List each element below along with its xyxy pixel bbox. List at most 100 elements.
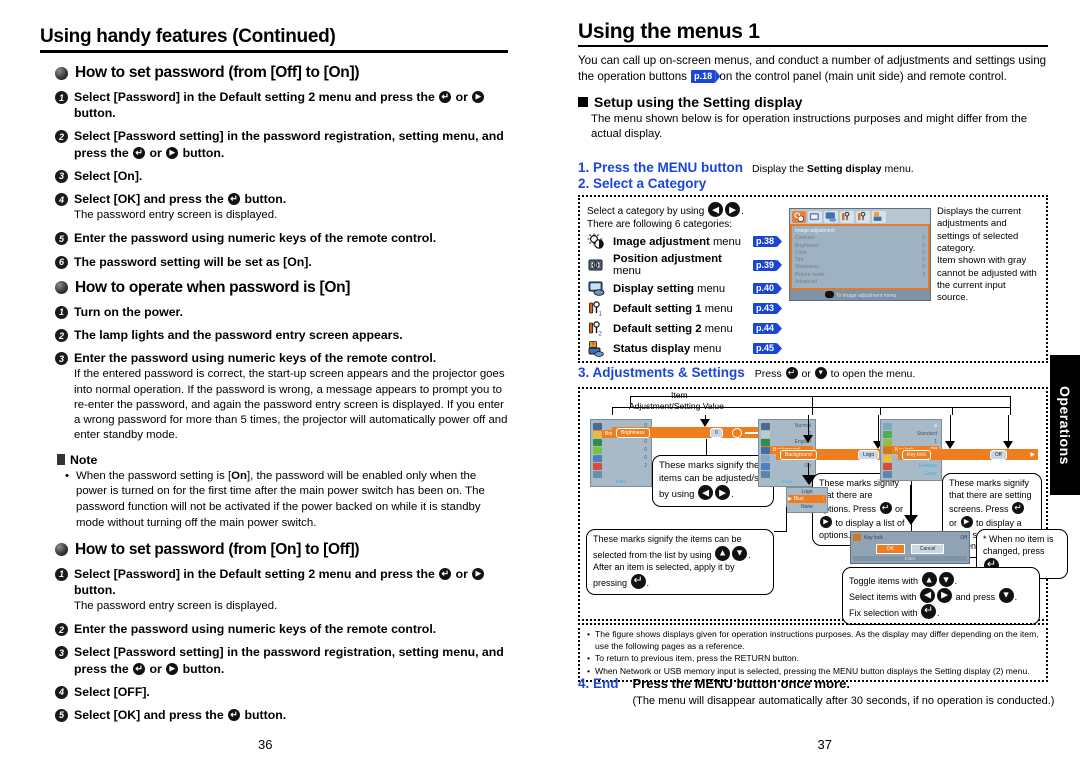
page-ref-badge[interactable]: p.43: [752, 303, 777, 314]
osd-tab-default-setting-1[interactable]: [840, 210, 854, 223]
osd-row[interactable]: Advanced: [795, 279, 925, 286]
list-item: 5 Enter the password using numeric keys …: [55, 230, 510, 246]
enter-button-icon: [630, 573, 646, 589]
category-item-default-setting-1[interactable]: 1 Default setting 1 menu p.43: [587, 300, 783, 318]
step-text: Enter the password using numeric keys of…: [74, 622, 437, 637]
menu-row[interactable]: 0: [593, 454, 649, 462]
right-button-icon: [166, 662, 179, 675]
osd-row[interactable]: Picture mode 2: [795, 272, 925, 279]
category-right-note: Displays the current adjustments and set…: [937, 206, 1037, 304]
bullet-ball-icon: [55, 543, 68, 557]
osd-tab-status-display[interactable]: [872, 210, 886, 223]
osd-row[interactable]: Brightness 0: [795, 243, 925, 250]
status-display-icon: ?: [587, 340, 606, 357]
callout-list-selection: These marks signify the items can be sel…: [586, 529, 774, 595]
list-item: 6 The password setting will be set as [O…: [55, 254, 510, 270]
step-4-text: Press the MENU button once more.: [632, 676, 850, 691]
dialog-key-lock[interactable]: Key lock Off OK Cancel Enter: [850, 531, 970, 564]
list-item: 2 Enter the password using numeric keys …: [55, 621, 510, 637]
menu-row[interactable]: 0: [593, 446, 649, 454]
step-4-subtext: (The menu will disappear automatically a…: [632, 695, 1055, 707]
image-adjustment-icon: [587, 233, 606, 250]
page-ref-badge[interactable]: p.45: [752, 343, 777, 354]
menu-row[interactable]: Normal: [761, 422, 813, 430]
category-item-position-adjustment[interactable]: Position adjustment menu p.39: [587, 253, 783, 277]
menu-row[interactable]: 1: [883, 438, 939, 446]
step-text: Select [Password setting] in the passwor…: [74, 128, 510, 160]
right-page: Using the menus 1 You can call up on-scr…: [540, 0, 1080, 766]
cancel-button[interactable]: Cancel: [910, 544, 945, 554]
category-item-display-setting[interactable]: Display setting menu p.40: [587, 280, 783, 297]
step-number: 5: [55, 232, 68, 246]
step-number: 3: [55, 169, 68, 183]
up-button-icon: [715, 545, 731, 561]
up-button-icon: [921, 572, 937, 587]
osd-menu-mock: Image adjustment Contrast 0 Brightness 0 C…: [789, 208, 931, 301]
menu-row[interactable]: 2: [593, 462, 649, 470]
item-chip-brightness: Brightness: [616, 427, 650, 438]
menu-row[interactable]: Enter: [883, 470, 939, 478]
right-button-icon: [715, 485, 731, 501]
list-item: 4 Select [OFF].: [55, 684, 510, 700]
category-item-default-setting-2[interactable]: 2 Default setting 2 menu p.44: [587, 320, 783, 338]
title-rule: [578, 45, 1048, 47]
adjustments-diagram-box: Item Adjustment/Setting Value 0 Brightne…: [578, 387, 1068, 625]
menu-row[interactable]: 0: [593, 438, 649, 446]
page-ref-badge[interactable]: p.18: [691, 69, 716, 83]
bullet-ball-icon: [55, 281, 68, 295]
osd-tab-position-adjustment[interactable]: [808, 210, 822, 223]
step-text: Select [OK] and press the button. The pa…: [74, 191, 286, 223]
menu-row[interactable]: Execute: [883, 462, 939, 470]
ok-button[interactable]: OK: [875, 544, 905, 554]
page-ref-badge[interactable]: p.44: [752, 323, 777, 334]
menu-row[interactable]: ■: [883, 422, 939, 430]
left-button-icon: [708, 202, 724, 217]
note-icon: [55, 454, 65, 466]
category-label: Position adjustment menu: [613, 253, 722, 277]
dropdown-logo[interactable]: Logo ▶ Blue ⋮ None: [786, 487, 828, 513]
dropdown-option-selected[interactable]: ▶ Blue ⋮: [788, 495, 826, 503]
osd-tab-image-adjustment[interactable]: [792, 210, 806, 223]
right-button-icon: [166, 146, 179, 159]
osd-tab-default-setting-2[interactable]: [856, 210, 870, 223]
bullet-ball-icon: [55, 66, 68, 80]
osd-row[interactable]: Sharpness 0: [795, 264, 925, 271]
page-ref-badge[interactable]: p.39: [752, 259, 777, 271]
category-item-status-display[interactable]: ? Status display menu p.45: [587, 340, 783, 357]
enter-button-icon: [133, 662, 146, 675]
osd-row[interactable]: Tint 0: [795, 257, 925, 264]
square-bullet-icon: [578, 96, 588, 107]
menu-row[interactable]: [593, 470, 649, 478]
list-item: 1 Select [Password] in the Default setti…: [55, 89, 510, 121]
chevron-right-icon: ▶: [1030, 452, 1035, 458]
enter-button-icon: [1012, 501, 1025, 514]
dropdown-option[interactable]: None: [788, 503, 826, 511]
slider-handle-left-icon[interactable]: [732, 427, 742, 438]
step-subtext: If the entered password is correct, the …: [74, 368, 508, 441]
step-number: 1: [55, 91, 68, 104]
category-item-image-adjustment[interactable]: Image adjustment menu p.38: [587, 233, 783, 250]
left-button-icon: [698, 485, 714, 501]
osd-row[interactable]: Color 0: [795, 250, 925, 257]
menu-row[interactable]: On: [761, 462, 813, 470]
page-ref-badge[interactable]: p.40: [752, 283, 777, 294]
step-text: The lamp lights and the password entry s…: [74, 328, 403, 343]
step-text: Select [OFF].: [74, 684, 150, 699]
left-page: Using handy features (Continued) How to …: [0, 0, 540, 766]
category-label: Status display menu: [613, 342, 722, 355]
down-button-icon: [998, 587, 1014, 603]
step-number: 4: [55, 685, 68, 699]
osd-row[interactable]: Contrast 0: [795, 235, 925, 242]
bottom-notes-list: The figure shows displays given for oper…: [586, 629, 1040, 677]
osd-title: Image adjustment: [795, 228, 835, 234]
svg-text:1: 1: [599, 312, 603, 318]
default-setting-2-icon: 2: [587, 320, 606, 338]
value-chip-logo: Logo: [858, 449, 880, 460]
side-tab-operations: Operations: [1050, 355, 1080, 495]
menu-row[interactable]: Standard: [883, 430, 939, 438]
page-ref-badge[interactable]: p.38: [752, 236, 777, 247]
step-subtext: The password entry screen is displayed.: [74, 600, 278, 613]
setup-subtext: The menu shown below is for operation in…: [591, 112, 1028, 140]
dialog-value: Off: [960, 534, 967, 541]
osd-tab-display-setting[interactable]: [824, 210, 838, 223]
